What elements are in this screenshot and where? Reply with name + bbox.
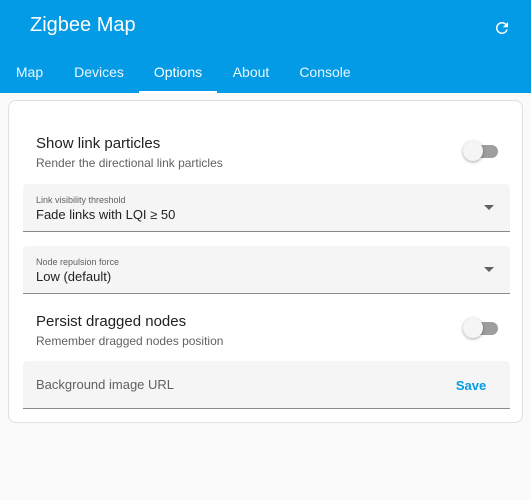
app-title: Zigbee Map bbox=[30, 14, 136, 36]
persist-nodes-subtitle: Remember dragged nodes position bbox=[36, 334, 224, 348]
tab-label: Devices bbox=[74, 64, 124, 80]
node-repulsion-label: Node repulsion force bbox=[36, 257, 120, 267]
active-tab-indicator bbox=[139, 91, 217, 93]
link-visibility-label: Link visibility threshold bbox=[36, 195, 126, 205]
link-visibility-value: Fade links with LQI ≥ 50 bbox=[36, 207, 176, 222]
persist-nodes-toggle[interactable] bbox=[463, 318, 500, 338]
refresh-icon bbox=[493, 19, 511, 42]
tab-label: Options bbox=[153, 64, 203, 80]
tab-bar: Map Devices Options About Console bbox=[0, 51, 531, 93]
tab-label: Console bbox=[299, 64, 351, 80]
node-repulsion-select[interactable]: Node repulsion force Low (default) bbox=[23, 246, 510, 294]
dropdown-arrow-icon bbox=[484, 205, 494, 210]
tab-console[interactable]: Console bbox=[285, 51, 365, 93]
link-particles-subtitle: Render the directional link particles bbox=[36, 156, 223, 170]
link-particles-title: Show link particles bbox=[36, 135, 161, 152]
app-bar: Zigbee Map Map Devices Options About Con… bbox=[0, 0, 531, 93]
node-repulsion-value: Low (default) bbox=[36, 269, 112, 284]
background-url-input[interactable] bbox=[36, 361, 416, 407]
tab-devices[interactable]: Devices bbox=[59, 51, 139, 93]
link-visibility-select[interactable]: Link visibility threshold Fade links wit… bbox=[23, 184, 510, 232]
tab-options[interactable]: Options bbox=[139, 51, 217, 93]
refresh-button[interactable] bbox=[488, 16, 516, 44]
persist-nodes-title: Persist dragged nodes bbox=[36, 313, 187, 330]
toggle-thumb bbox=[463, 141, 483, 161]
tab-about[interactable]: About bbox=[217, 51, 285, 93]
tab-map[interactable]: Map bbox=[0, 51, 59, 93]
toggle-thumb bbox=[463, 318, 483, 338]
save-button[interactable]: Save bbox=[441, 373, 501, 397]
tab-label: Map bbox=[15, 64, 44, 80]
options-card: Show link particles Render the direction… bbox=[8, 100, 523, 423]
link-particles-toggle[interactable] bbox=[463, 141, 500, 161]
tab-label: About bbox=[232, 64, 270, 80]
dropdown-arrow-icon bbox=[484, 267, 494, 272]
background-url-field: Save bbox=[23, 361, 510, 409]
